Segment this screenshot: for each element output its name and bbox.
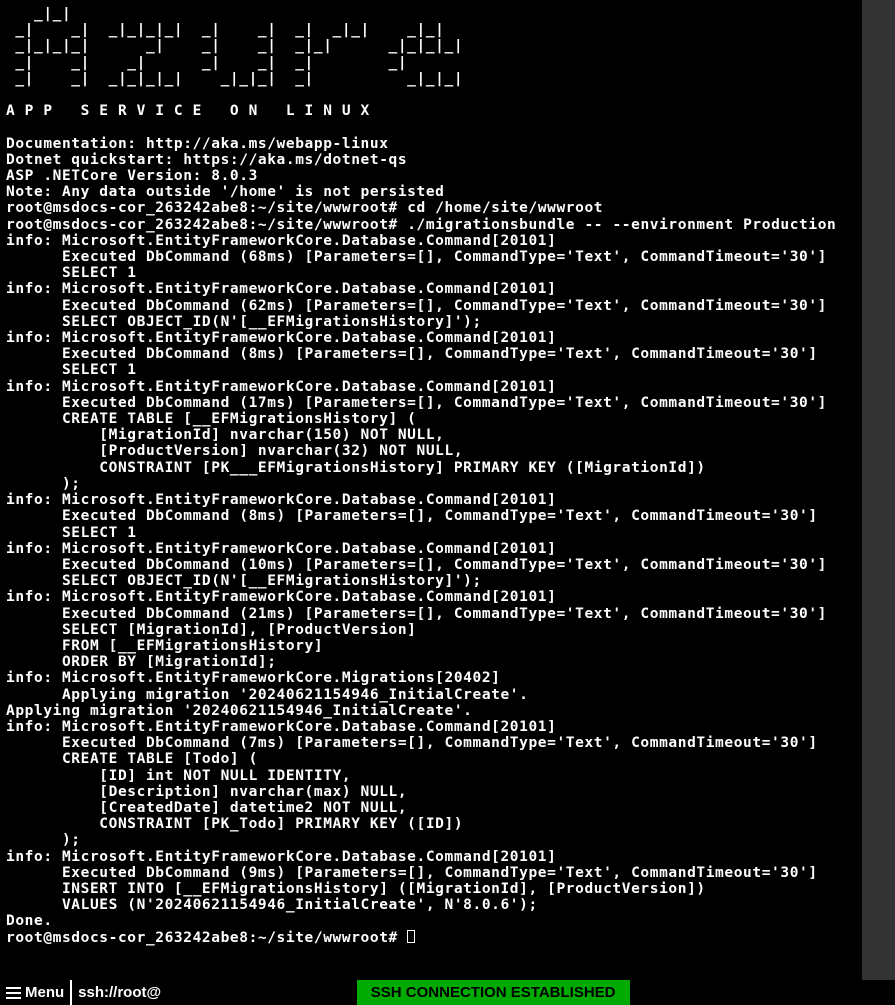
scrollbar[interactable] <box>862 0 895 980</box>
doc-link-line: Documentation: http://aka.ms/webapp-linu… <box>6 136 389 152</box>
menu-button[interactable]: Menu <box>0 980 72 1005</box>
prompt-line: root@msdocs-cor_263242abe8:~/site/wwwroo… <box>6 200 603 216</box>
prompt-line: root@msdocs-cor_263242abe8:~/site/wwwroo… <box>6 217 836 233</box>
menu-label: Menu <box>25 984 64 1001</box>
log-output: info: Microsoft.EntityFrameworkCore.Data… <box>6 233 827 930</box>
note-line: Note: Any data outside '/home' is not pe… <box>6 184 445 200</box>
hamburger-icon <box>6 987 21 999</box>
terminal-output[interactable]: _|_| _| _| _|_|_|_| _| _| _| _|_| _|_| _… <box>0 0 862 980</box>
ascii-banner: _|_| _| _| _|_|_|_| _| _| _| _|_| _|_| _… <box>6 6 463 87</box>
version-line: ASP .NETCore Version: 8.0.3 <box>6 168 258 184</box>
ssh-path: ssh://root@ <box>72 980 167 1005</box>
status-bar: Menu ssh://root@ SSH CONNECTION ESTABLIS… <box>0 980 895 1005</box>
quickstart-line: Dotnet quickstart: https://aka.ms/dotnet… <box>6 152 407 168</box>
cmd-cd: cd /home/site/wwwroot <box>407 200 603 216</box>
cursor-icon <box>407 930 415 943</box>
banner-subtitle: A P P S E R V I C E O N L I N U X <box>6 103 370 119</box>
cmd-migrate: ./migrationsbundle -- --environment Prod… <box>407 217 836 233</box>
prompt-line[interactable]: root@msdocs-cor_263242abe8:~/site/wwwroo… <box>6 930 415 946</box>
connection-status: SSH CONNECTION ESTABLISHED <box>357 980 630 1005</box>
